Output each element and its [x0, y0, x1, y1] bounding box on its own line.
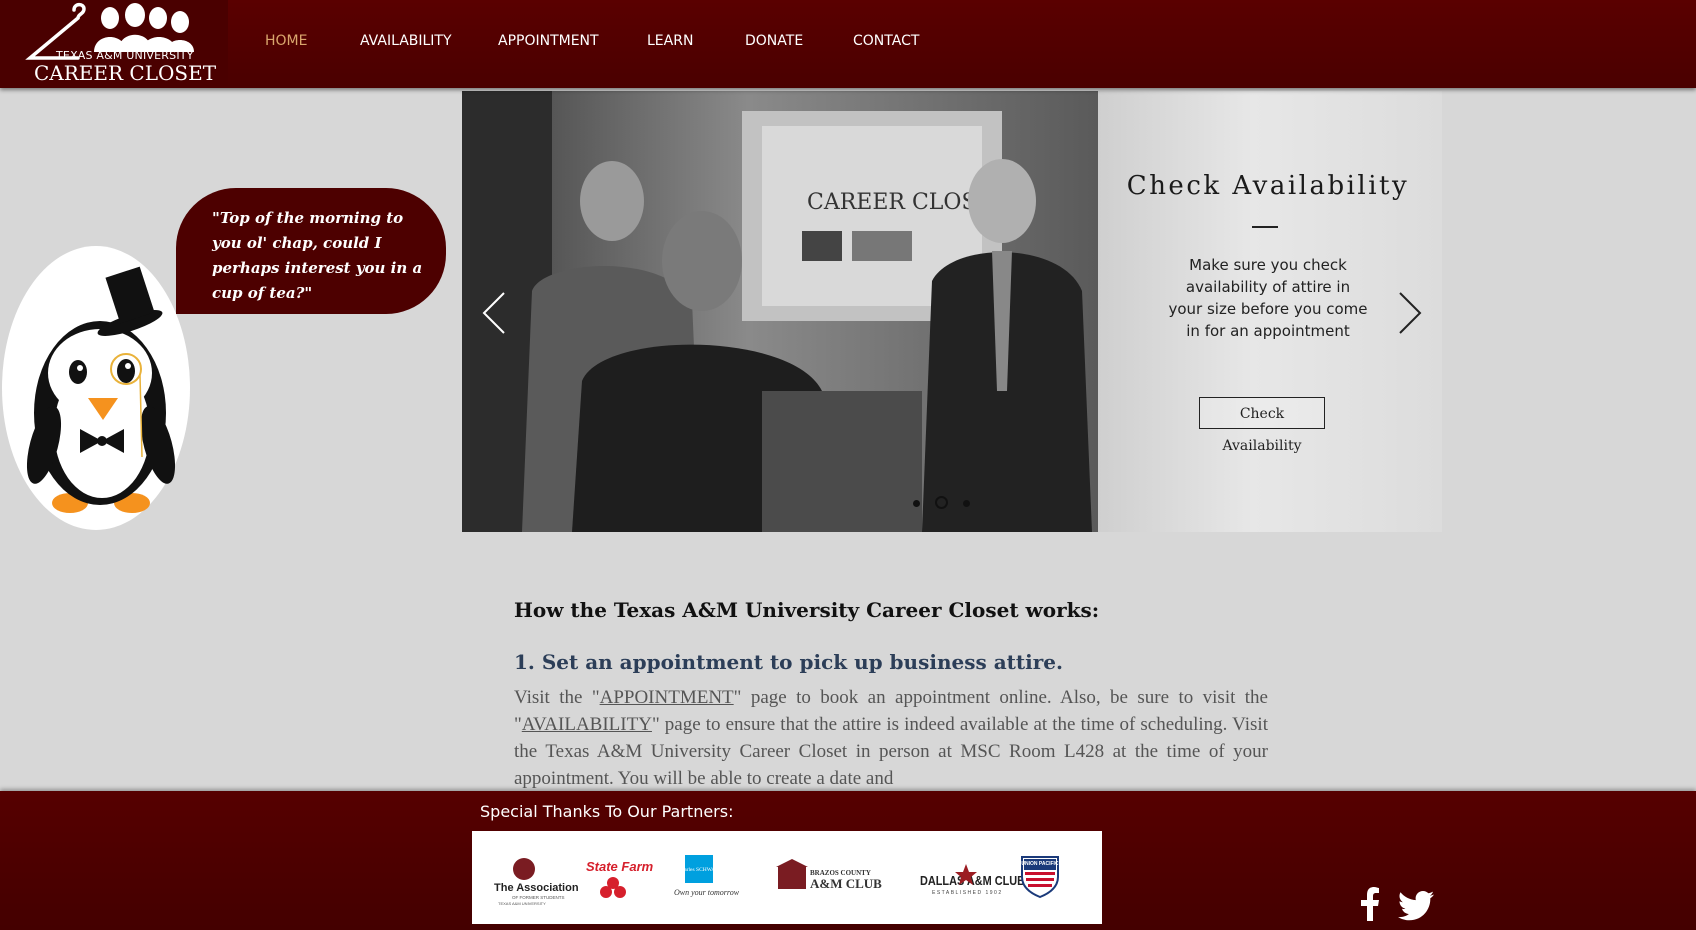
site-footer: Special Thanks To Our Partners: The Asso… — [0, 791, 1696, 930]
partners-heading: Special Thanks To Our Partners: — [480, 802, 734, 821]
association-logo: The Association OF FORMER STUDENTS TEXAS… — [494, 858, 579, 906]
step-1-heading: 1. Set an appointment to pick up busines… — [514, 650, 1063, 674]
union-pacific-logo-text: UNION PACIFIC — [1021, 861, 1059, 867]
slide-divider — [1252, 226, 1278, 228]
next-slide-arrow-icon[interactable] — [1398, 291, 1422, 335]
association-logo-title: The Association — [494, 882, 579, 894]
union-pacific-logo: UNION PACIFIC — [1021, 856, 1059, 899]
facebook-icon[interactable] — [1359, 887, 1381, 921]
twitter-icon[interactable] — [1398, 891, 1434, 921]
brazos-club-logo: BRAZOS COUNTY A&M CLUB — [776, 859, 882, 891]
association-logo-university: TEXAS A&M UNIVERSITY — [498, 901, 546, 906]
nav-donate[interactable]: DONATE — [745, 33, 803, 49]
availability-link[interactable]: AVAILABILITY — [522, 714, 652, 735]
schwab-logo: charles SCHWAB Own your tomorrow — [674, 855, 740, 897]
penguin-image — [2, 246, 190, 530]
how-it-works-heading: How the Texas A&M University Career Clos… — [514, 598, 1100, 622]
nav-appointment[interactable]: APPOINTMENT — [498, 33, 599, 49]
appointment-link[interactable]: APPOINTMENT — [600, 687, 734, 708]
check-availability-button[interactable]: Check Availability — [1199, 397, 1325, 454]
nav-learn[interactable]: LEARN — [647, 33, 693, 49]
site-logo[interactable]: TEXAS A&M UNIVERSITY CAREER CLOSET — [0, 0, 228, 88]
schwab-tagline: Own your tomorrow — [674, 888, 740, 897]
slide-description: Make sure you check availability of atti… — [1168, 256, 1368, 340]
slide-dot-1[interactable] — [913, 500, 920, 507]
nav-contact[interactable]: CONTACT — [853, 33, 919, 49]
slide-dot-3[interactable] — [963, 500, 970, 507]
slide-title: Check Availability — [1126, 171, 1410, 201]
site-header: TEXAS A&M UNIVERSITY CAREER CLOSET HOME … — [0, 0, 1696, 88]
nav-home[interactable]: HOME — [265, 33, 307, 49]
prev-slide-arrow-icon[interactable] — [482, 291, 506, 335]
statefarm-logo-text: State Farm — [586, 859, 654, 874]
slide-dot-2[interactable] — [935, 496, 948, 509]
dallas-club-logo: DALLAS A&M CLUB ESTABLISHED 1902 — [920, 864, 1025, 896]
dallas-logo-sub: ESTABLISHED 1902 — [932, 890, 1003, 896]
speech-bubble: "Top of the morning to you ol' chap, cou… — [176, 188, 446, 314]
nav-availability[interactable]: AVAILABILITY — [360, 33, 452, 49]
bubble-quote: "Top of the morning to you ol' chap, cou… — [212, 209, 423, 302]
statefarm-logo: State Farm — [586, 859, 654, 898]
partner-logos: The Association OF FORMER STUDENTS TEXAS… — [494, 855, 1059, 906]
step-1-paragraph: Visit the "APPOINTMENT" page to book an … — [514, 684, 1268, 792]
para-text-1: Visit the " — [514, 687, 600, 708]
hero-slideshow: CAREER CLOSET Check Availability Make su… — [462, 91, 1442, 532]
brazos-logo-line2: A&M CLUB — [810, 876, 882, 891]
logo-main-text: CAREER CLOSET — [34, 61, 217, 85]
partners-banner: The Association OF FORMER STUDENTS TEXAS… — [472, 831, 1102, 924]
slide-photo: CAREER CLOSET — [462, 91, 1098, 532]
association-logo-subtitle: OF FORMER STUDENTS — [512, 895, 565, 900]
schwab-logo-text: charles SCHWAB — [679, 867, 719, 873]
penguin-mascot — [0, 245, 192, 532]
